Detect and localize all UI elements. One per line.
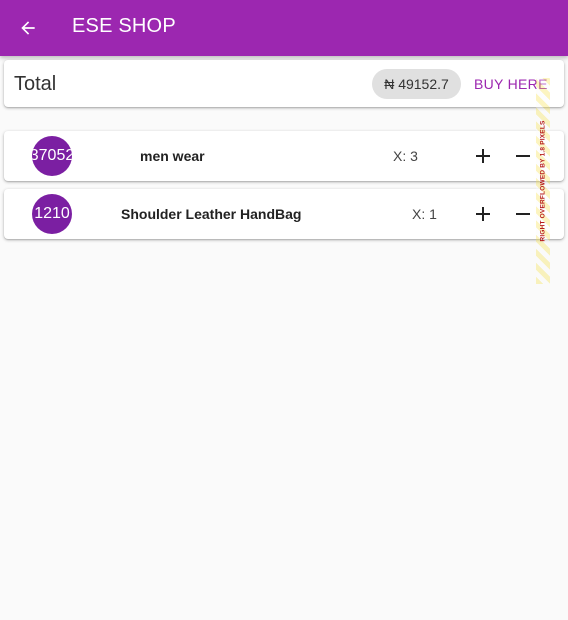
item-quantity: X: 3	[393, 148, 418, 164]
minus-icon	[516, 213, 530, 215]
total-label: Total	[14, 73, 57, 95]
item-avatar: 37052	[32, 136, 72, 176]
app-bar: ESE SHOP	[0, 0, 568, 56]
item-avatar: 1210	[32, 194, 72, 234]
total-amount-chip: ₦ 49152.7	[372, 69, 461, 99]
app-title: ESE SHOP	[72, 15, 176, 37]
item-name: Shoulder Leather HandBag	[121, 206, 302, 222]
plus-icon	[476, 207, 490, 221]
decrease-quantity-button[interactable]	[511, 202, 535, 226]
item-avatar-text: 1210	[34, 205, 70, 222]
item-name: men wear	[140, 148, 205, 164]
cart-item: 37052 men wear X: 3	[4, 131, 564, 181]
minus-icon	[516, 155, 530, 157]
increase-quantity-button[interactable]	[471, 202, 495, 226]
increase-quantity-button[interactable]	[471, 144, 495, 168]
cart-item: 1210 Shoulder Leather HandBag X: 1	[4, 189, 564, 239]
arrow-back-icon	[21, 21, 35, 35]
item-avatar-text: 37052	[32, 147, 72, 164]
total-card: Total ₦ 49152.7 BUY HERE	[4, 60, 564, 107]
item-quantity: X: 1	[412, 206, 437, 222]
overflow-warning-text: RIGHT OVERFLOWED BY 1.8 PIXELS	[539, 120, 547, 242]
plus-icon	[476, 149, 490, 163]
back-button[interactable]	[16, 16, 40, 40]
decrease-quantity-button[interactable]	[511, 144, 535, 168]
